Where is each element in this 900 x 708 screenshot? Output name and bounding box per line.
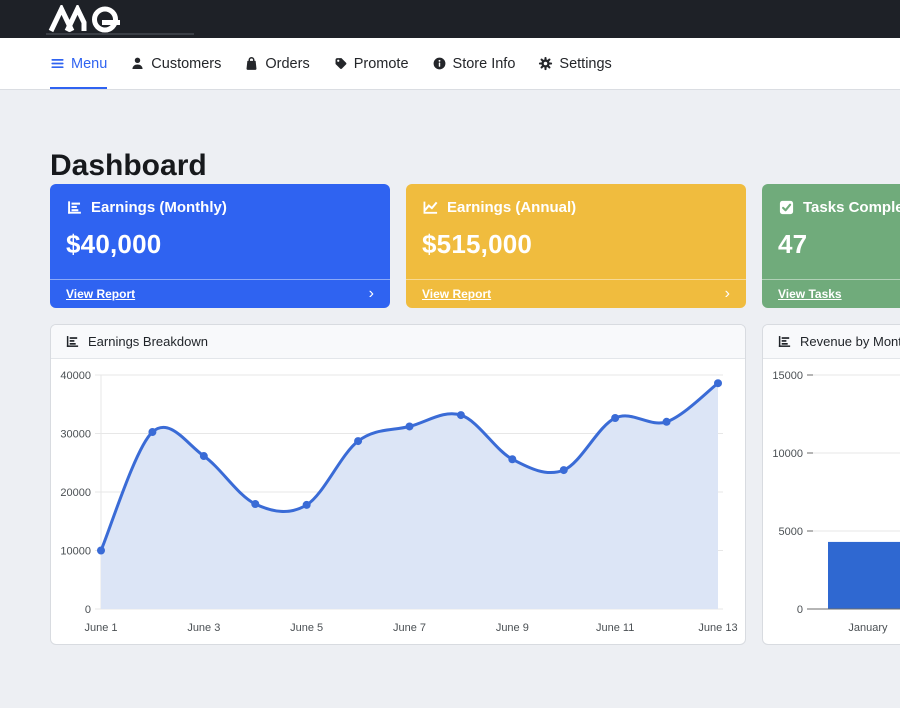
card-footer: View Report › — [406, 279, 746, 308]
svg-text:June 13: June 13 — [698, 622, 737, 634]
nav-label-orders: Orders — [265, 56, 309, 72]
topbar — [0, 0, 900, 38]
bar-chart-icon — [66, 199, 83, 216]
gear-icon — [538, 56, 553, 71]
earnings-annual-card: Earnings (Annual) $515,000 View Report › — [406, 184, 746, 308]
person-icon — [130, 56, 145, 71]
bar-chart-icon — [65, 334, 80, 349]
view-report-link[interactable]: View Report — [422, 287, 491, 301]
main-content: Dashboard — [0, 90, 900, 645]
nav-item-settings[interactable]: Settings — [538, 38, 611, 89]
chart-title: Earnings Breakdown — [88, 334, 208, 349]
svg-text:5000: 5000 — [779, 526, 803, 538]
line-chart-icon — [422, 199, 439, 216]
svg-text:June 1: June 1 — [84, 622, 117, 634]
svg-text:January: January — [848, 622, 888, 634]
card-label: Tasks Completed — [803, 199, 900, 216]
svg-text:10000: 10000 — [772, 448, 803, 460]
nav-item-customers[interactable]: Customers — [130, 38, 221, 89]
chevron-right-icon: › — [725, 288, 730, 300]
check-square-icon — [778, 199, 795, 216]
chart-header: Earnings Breakdown — [51, 325, 745, 359]
logo-underline — [46, 33, 194, 35]
earnings-monthly-card: Earnings (Monthly) $40,000 View Report › — [50, 184, 390, 308]
view-report-link[interactable]: View Report — [66, 287, 135, 301]
page-title: Dashboard — [50, 148, 900, 184]
svg-text:June 3: June 3 — [187, 622, 220, 634]
nav-label-customers: Customers — [151, 56, 221, 72]
svg-text:20000: 20000 — [60, 487, 91, 499]
card-value: $515,000 — [422, 229, 730, 260]
chart-title: Revenue by Month — [800, 334, 900, 349]
nav-item-store-info[interactable]: Store Info — [432, 38, 516, 89]
tag-icon — [333, 56, 348, 71]
nav-label-menu: Menu — [71, 56, 107, 72]
svg-text:10000: 10000 — [60, 546, 91, 558]
card-label: Earnings (Monthly) — [91, 199, 227, 216]
card-footer: View Report › — [50, 279, 390, 308]
bar-chart-icon — [777, 334, 792, 349]
svg-text:0: 0 — [797, 604, 803, 616]
svg-text:0: 0 — [85, 604, 91, 616]
nav-item-menu[interactable]: Menu — [50, 38, 107, 89]
svg-text:June 7: June 7 — [393, 622, 426, 634]
svg-text:June 5: June 5 — [290, 622, 323, 634]
nav-label-settings: Settings — [559, 56, 611, 72]
card-label: Earnings (Annual) — [447, 199, 576, 216]
mq-logo[interactable] — [48, 5, 132, 33]
app-window: Menu Customers Orders Promote — [0, 0, 900, 708]
main-nav: Menu Customers Orders Promote — [0, 38, 900, 90]
nav-item-promote[interactable]: Promote — [333, 38, 409, 89]
stat-cards: Earnings (Monthly) $40,000 View Report › — [50, 184, 900, 308]
chevron-right-icon: › — [369, 288, 374, 300]
nav-label-store-info: Store Info — [453, 56, 516, 72]
info-circle-icon — [432, 56, 447, 71]
svg-text:June 9: June 9 — [496, 622, 529, 634]
card-footer: View Tasks › — [762, 279, 900, 308]
tasks-completed-card: Tasks Completed 47 View Tasks › — [762, 184, 900, 308]
nav-label-promote: Promote — [354, 56, 409, 72]
svg-text:15000: 15000 — [772, 370, 803, 382]
revenue-by-month-card: Revenue by Month 0 5000 10000 15000 January — [762, 324, 900, 645]
nav-item-orders[interactable]: Orders — [244, 38, 309, 89]
card-value: 47 — [778, 229, 900, 260]
earnings-breakdown-chart: 0 10000 20000 30000 40000 June 1 June 3 June 5 J… — [51, 359, 745, 644]
earnings-breakdown-card: Earnings Breakdown 0 10000 20000 30000 40000… — [50, 324, 746, 645]
card-value: $40,000 — [66, 229, 374, 260]
charts-row: Earnings Breakdown 0 10000 20000 30000 40000… — [50, 324, 900, 645]
svg-text:June 11: June 11 — [596, 622, 634, 634]
revenue-by-month-chart: 0 5000 10000 15000 January — [763, 359, 900, 644]
shopping-bag-icon — [244, 56, 259, 71]
view-tasks-link[interactable]: View Tasks — [778, 287, 842, 301]
svg-text:40000: 40000 — [60, 370, 91, 382]
hamburger-icon — [50, 56, 65, 71]
svg-text:30000: 30000 — [60, 429, 91, 441]
chart-header: Revenue by Month — [763, 325, 900, 359]
